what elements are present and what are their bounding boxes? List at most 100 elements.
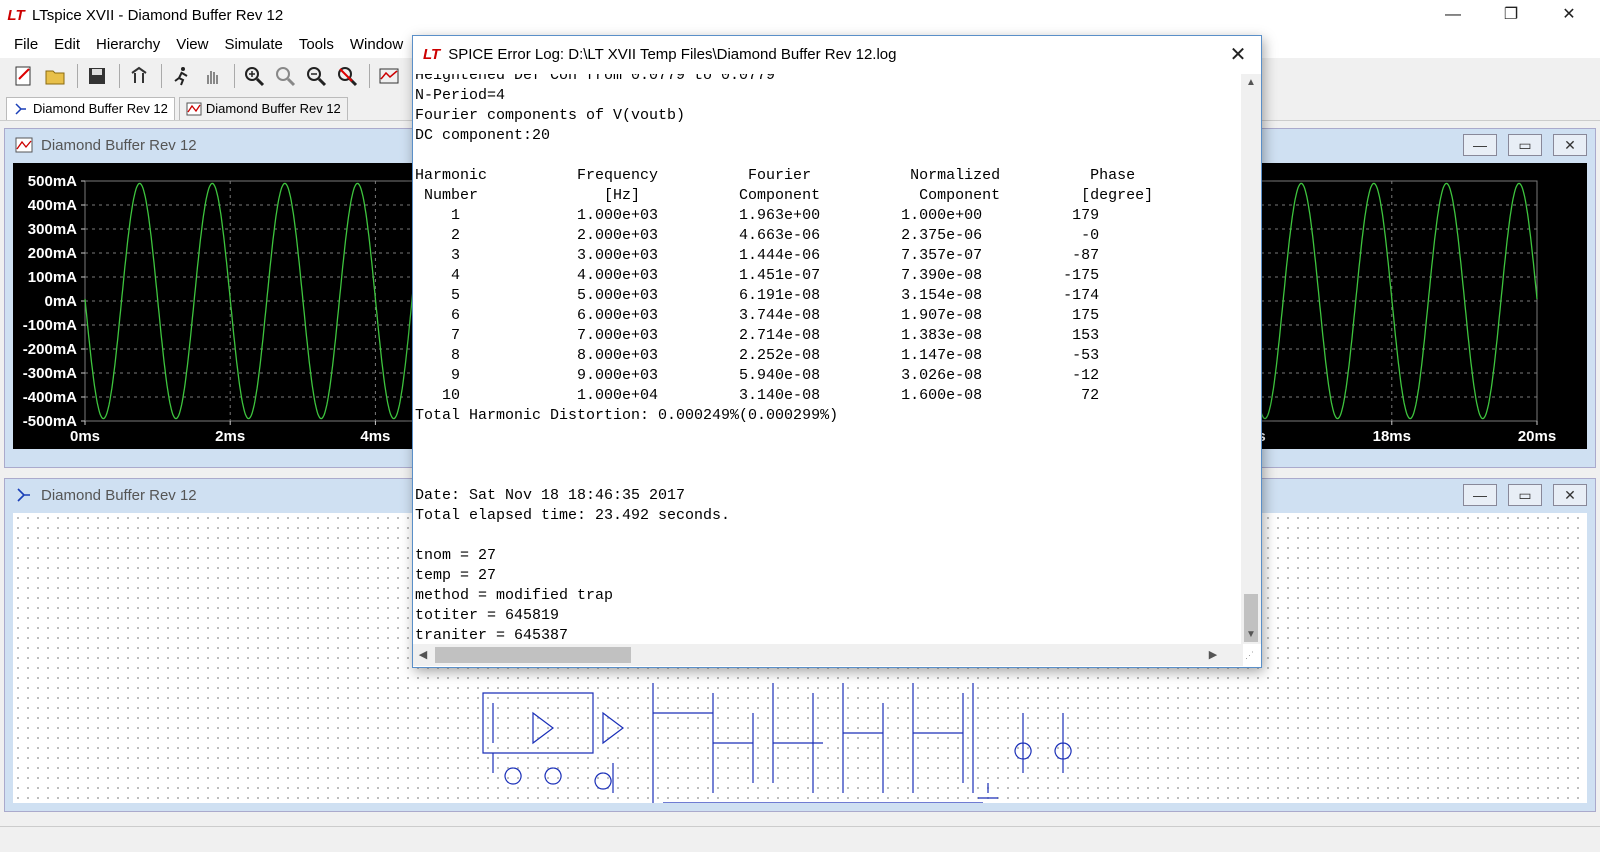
minimize-button[interactable]: — xyxy=(1424,0,1482,30)
scroll-right-arrow[interactable]: ▶ xyxy=(1203,644,1223,666)
dialog-title: SPICE Error Log: D:\LT XVII Temp Files\D… xyxy=(448,46,897,63)
log-line: Number [Hz] Component Component [degree] xyxy=(415,187,1154,204)
log-line: 3 3.000e+03 1.444e-06 7.357e-07 -87 xyxy=(415,247,1100,264)
minimize-button[interactable]: — xyxy=(1463,134,1497,156)
y-tick-label: -400mA xyxy=(23,389,77,406)
tab-waveform[interactable]: Diamond Buffer Rev 12 xyxy=(178,96,348,120)
run-icon[interactable] xyxy=(167,62,195,90)
log-line: traniter = 645387 xyxy=(415,627,569,644)
y-tick-label: 400mA xyxy=(28,197,77,214)
restore-button[interactable]: ❐ xyxy=(1482,0,1540,30)
log-line: 5 5.000e+03 6.191e-08 3.154e-08 -174 xyxy=(415,287,1100,304)
control-panel-icon[interactable] xyxy=(125,62,153,90)
close-button[interactable]: ✕ xyxy=(1553,134,1587,156)
minimize-button[interactable]: — xyxy=(1463,484,1497,506)
scroll-down-arrow[interactable]: ▼ xyxy=(1241,626,1261,644)
zoom-out-icon[interactable] xyxy=(302,62,330,90)
log-line: Total elapsed time: 23.492 seconds. xyxy=(415,507,731,524)
log-line: 6 6.000e+03 3.744e-08 1.907e-08 175 xyxy=(415,307,1100,324)
toolbar-separator xyxy=(369,64,370,88)
log-line: DC component:20 xyxy=(415,127,551,144)
y-tick-label: 100mA xyxy=(28,269,77,286)
schematic-window-title: Diamond Buffer Rev 12 xyxy=(41,486,197,504)
scroll-left-arrow[interactable]: ◀ xyxy=(413,644,433,666)
horizontal-scrollbar[interactable]: ◀ ▶ xyxy=(413,644,1243,666)
close-button[interactable]: ✕ xyxy=(1553,484,1587,506)
x-tick-label: 0ms xyxy=(70,428,100,445)
log-line: 2 2.000e+03 4.663e-06 2.375e-06 -0 xyxy=(415,227,1100,244)
dialog-close-button[interactable]: ✕ xyxy=(1225,42,1251,68)
log-line: 8 8.000e+03 2.252e-08 1.147e-08 -53 xyxy=(415,347,1100,364)
toolbar-separator xyxy=(77,64,78,88)
ltspice-logo-icon: LT xyxy=(7,6,25,24)
menu-view[interactable]: View xyxy=(168,36,216,53)
toolbar-separator xyxy=(119,64,120,88)
y-tick-label: -300mA xyxy=(23,365,77,382)
zoom-cancel-icon[interactable] xyxy=(333,62,361,90)
y-tick-label: 300mA xyxy=(28,221,77,238)
vertical-scrollbar[interactable]: ▲ ▼ xyxy=(1241,74,1261,644)
y-tick-label: 200mA xyxy=(28,245,77,262)
horizontal-scroll-thumb[interactable] xyxy=(435,647,631,663)
log-line: N-Period=4 xyxy=(415,87,506,104)
y-tick-label: 500mA xyxy=(28,173,77,190)
log-line: Total Harmonic Distortion: 0.000249%(0.0… xyxy=(415,407,839,424)
tab-label: Diamond Buffer Rev 12 xyxy=(205,101,341,116)
y-tick-label: 0mA xyxy=(44,293,77,310)
x-tick-label: 18ms xyxy=(1373,428,1411,445)
menu-edit[interactable]: Edit xyxy=(46,36,88,53)
log-line: Harmonic Frequency Fourier Normalized Ph… xyxy=(415,167,1136,184)
log-lines: Heightened Def Con from 0.0779 to 0.0779… xyxy=(415,74,1153,644)
log-line: 9 9.000e+03 5.940e-08 3.026e-08 -12 xyxy=(415,367,1100,384)
log-line: 10 1.000e+04 3.140e-08 1.600e-08 72 xyxy=(415,387,1100,404)
x-tick-label: 20ms xyxy=(1518,428,1556,445)
spice-error-log-dialog: LT SPICE Error Log: D:\LT XVII Temp File… xyxy=(412,35,1262,668)
pan-hand-icon[interactable] xyxy=(198,62,226,90)
log-line: tnom = 27 xyxy=(415,547,497,564)
resize-grip-icon[interactable]: ⋰ xyxy=(1245,650,1259,664)
log-text-area[interactable]: Heightened Def Con from 0.0779 to 0.0779… xyxy=(415,74,1241,644)
close-button[interactable]: ✕ xyxy=(1540,0,1598,30)
waveform-icon xyxy=(186,102,202,115)
toolbar-separator xyxy=(234,64,235,88)
new-schematic-icon[interactable] xyxy=(10,62,38,90)
zoom-in-icon[interactable] xyxy=(240,62,268,90)
x-tick-label: 2ms xyxy=(215,428,245,445)
toolbar-separator xyxy=(161,64,162,88)
tab-schematic[interactable]: Diamond Buffer Rev 12 xyxy=(6,96,175,120)
menu-tools[interactable]: Tools xyxy=(291,36,342,53)
log-line: method = modified trap xyxy=(415,587,614,604)
x-tick-label: 4ms xyxy=(360,428,390,445)
schematic-icon xyxy=(15,102,26,115)
autorange-icon[interactable] xyxy=(375,62,403,90)
menu-file[interactable]: File xyxy=(6,36,46,53)
log-line: Date: Sat Nov 18 18:46:35 2017 xyxy=(415,487,686,504)
scroll-up-arrow[interactable]: ▲ xyxy=(1241,74,1261,92)
app-title: LTspice XVII - Diamond Buffer Rev 12 xyxy=(32,6,284,24)
menu-window[interactable]: Window xyxy=(342,36,411,53)
maximize-button[interactable]: ▭ xyxy=(1508,134,1542,156)
menu-hierarchy[interactable]: Hierarchy xyxy=(88,36,168,53)
status-bar xyxy=(0,826,1600,852)
zoom-area-icon[interactable] xyxy=(271,62,299,90)
menu-simulate[interactable]: Simulate xyxy=(216,36,290,53)
save-icon[interactable] xyxy=(83,62,111,90)
waveform-window-title: Diamond Buffer Rev 12 xyxy=(41,136,197,154)
tab-label: Diamond Buffer Rev 12 xyxy=(33,101,168,116)
log-line: 4 4.000e+03 1.451e-07 7.390e-08 -175 xyxy=(415,267,1100,284)
y-tick-label: -500mA xyxy=(23,413,77,430)
maximize-button[interactable]: ▭ xyxy=(1508,484,1542,506)
log-line: Fourier components of V(voutb) xyxy=(415,107,686,124)
log-line: temp = 27 xyxy=(415,567,497,584)
dialog-titlebar: LT SPICE Error Log: D:\LT XVII Temp File… xyxy=(413,36,1261,73)
log-line: 7 7.000e+03 2.714e-08 1.383e-08 153 xyxy=(415,327,1100,344)
schematic-icon xyxy=(17,488,30,502)
open-folder-icon[interactable] xyxy=(41,62,69,90)
y-tick-label: -200mA xyxy=(23,341,77,358)
app-titlebar: LT LTspice XVII - Diamond Buffer Rev 12 … xyxy=(0,0,1600,30)
ltspice-logo-icon: LT xyxy=(423,46,441,63)
